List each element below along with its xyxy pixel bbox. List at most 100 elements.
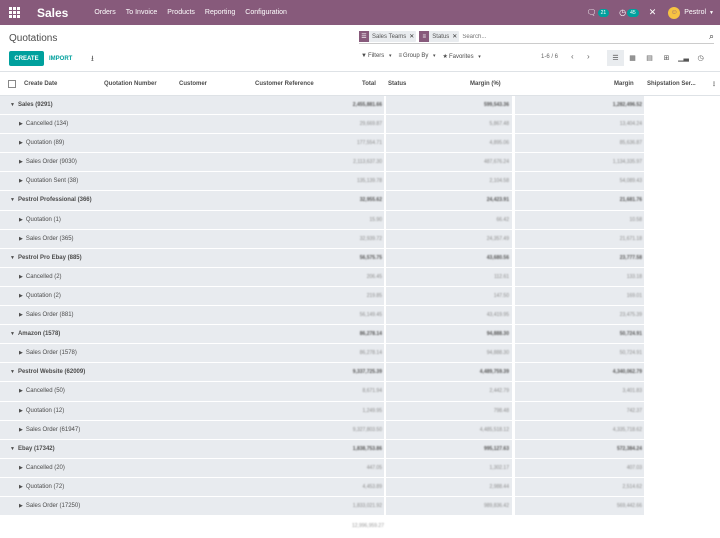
subgroup-row[interactable]: ▶ Quotation (2) 219.85 147.50 169.01 bbox=[0, 286, 720, 307]
column-separator bbox=[384, 382, 386, 401]
select-all-checkbox[interactable] bbox=[8, 80, 16, 88]
activity-view-icon[interactable]: ◷ bbox=[692, 50, 709, 66]
favorites-dropdown[interactable]: ★Favorites ▾ bbox=[443, 53, 481, 60]
group-label-text: Sales (9291) bbox=[17, 102, 53, 108]
menu-reporting[interactable]: Reporting bbox=[205, 9, 235, 16]
group-label: ▶ Quotation (12) bbox=[19, 408, 64, 414]
col-shipstation[interactable]: Shipstation Ser... bbox=[647, 81, 696, 87]
group-margin-value: 1,134,335.97 bbox=[612, 159, 642, 166]
group-label: ▶ Cancelled (20) bbox=[19, 465, 65, 471]
subgroup-row[interactable]: ▶ Sales Order (17250) 1,833,021.92 989,836.… bbox=[0, 496, 720, 517]
groupby-label: Group By bbox=[403, 53, 429, 59]
col-status[interactable]: Status bbox=[388, 81, 406, 87]
subgroup-row[interactable]: ▶ Sales Order (881) 56,149.45 43,419.95 23,4… bbox=[0, 306, 720, 326]
group-row[interactable]: ▼ Sales (9291) 2,455,881.66 599,543.36 1,282… bbox=[0, 96, 720, 116]
group-margin-value: 407.03 bbox=[626, 464, 642, 471]
group-row[interactable]: ▼ Pestrol Pro Ebay (885) 56,575.75 43,680.5… bbox=[0, 248, 720, 268]
group-label-text: Sales Order (365) bbox=[25, 235, 74, 242]
search-icon[interactable]: ⌕ bbox=[709, 31, 714, 42]
messages-button[interactable]: 🗨 21 bbox=[586, 8, 610, 17]
group-row[interactable]: ▼ Ebay (17342) 1,838,753.86 995,127.63 572,3… bbox=[0, 439, 720, 459]
group-total-value: 135,139.78 bbox=[356, 178, 382, 185]
col-customer[interactable]: Customer bbox=[179, 81, 207, 87]
group-total-value: 9,337,725.39 bbox=[352, 369, 382, 376]
remove-facet-icon[interactable]: ✕ bbox=[452, 33, 459, 40]
remove-facet-icon[interactable]: ✕ bbox=[409, 33, 416, 40]
search-input[interactable] bbox=[462, 33, 563, 40]
group-total-value: 32,955.62 bbox=[359, 197, 382, 204]
col-total[interactable]: Total bbox=[362, 81, 376, 87]
user-menu[interactable]: ☺ Pestrol ▼ bbox=[668, 6, 714, 19]
optional-columns-icon[interactable]: ⋮ bbox=[711, 81, 717, 88]
column-separator bbox=[512, 229, 515, 248]
menu-to-invoice[interactable]: To Invoice bbox=[126, 9, 158, 16]
menu-orders[interactable]: Orders bbox=[94, 9, 115, 16]
import-button[interactable]: IMPORT bbox=[49, 51, 72, 66]
subgroup-row[interactable]: ▶ Cancelled (134) 29,669.87 5,867.48 13,404.… bbox=[0, 115, 720, 135]
menu-products[interactable]: Products bbox=[167, 9, 195, 16]
subgroup-row[interactable]: ▶ Cancelled (20) 447.05 1,302.17 407.03 bbox=[0, 458, 720, 478]
subgroup-row[interactable]: ▶ Cancelled (50) 8,671.94 2,442.79 3,401.83 bbox=[0, 382, 720, 402]
group-label-text: Ebay (17342) bbox=[17, 445, 55, 452]
caret-down-icon: ▼ bbox=[10, 197, 15, 204]
calendar-view-icon[interactable]: ▤ bbox=[641, 50, 658, 66]
kanban-view-icon[interactable]: ▦ bbox=[624, 50, 641, 66]
apps-menu-icon[interactable] bbox=[0, 0, 28, 25]
graph-view-icon[interactable]: ▁▃ bbox=[675, 50, 692, 66]
list-view-icon[interactable]: ☰ bbox=[607, 50, 624, 66]
group-total-value: 219.85 bbox=[366, 292, 382, 299]
facet-status[interactable]: ≡ Status ✕ bbox=[419, 31, 460, 42]
groupby-icon: ≡ bbox=[398, 53, 402, 59]
caret-right-icon: ▶ bbox=[19, 388, 23, 395]
subgroup-row[interactable]: ▶ Sales Order (61947) 9,327,803.50 4,485,51… bbox=[0, 420, 720, 440]
subgroup-row[interactable]: ▶ Quotation (12) 1,249.95 798.48 742.37 bbox=[0, 401, 720, 421]
col-margin[interactable]: Margin bbox=[614, 81, 634, 87]
group-total-value: 29,669.87 bbox=[359, 121, 382, 128]
group-margin-value: 50,724.91 bbox=[619, 350, 642, 357]
col-quotation-number[interactable]: Quotation Number bbox=[104, 81, 157, 87]
subgroup-row[interactable]: ▶ Sales Order (365) 32,939.72 24,357.49 21,6… bbox=[0, 229, 720, 249]
group-total-value: 1,249.95 bbox=[362, 407, 382, 414]
app-brand[interactable]: Sales bbox=[37, 6, 68, 20]
download-icon[interactable]: ⭳ bbox=[91, 53, 94, 67]
group-row[interactable]: ▼ Amazon (1578) 86,278.14 94,888.30 50,724.9… bbox=[0, 325, 720, 345]
col-customer-reference[interactable]: Customer Reference bbox=[255, 81, 314, 87]
column-separator bbox=[644, 458, 720, 477]
caret-down-icon: ▼ bbox=[10, 254, 15, 261]
column-separator bbox=[384, 96, 386, 115]
group-label-text: Sales Order (1578) bbox=[25, 350, 77, 357]
subgroup-row[interactable]: ▶ Sales Order (1578) 86,278.14 94,888.30 50,… bbox=[0, 344, 720, 364]
filters-dropdown[interactable]: ▼Filters ▾ bbox=[361, 53, 391, 60]
pivot-view-icon[interactable]: ⊞ bbox=[658, 50, 675, 66]
group-label-text: Sales Order (9030) bbox=[25, 159, 77, 166]
group-total-value: 8,671.94 bbox=[362, 388, 382, 395]
column-separator bbox=[512, 96, 515, 115]
col-create-date[interactable]: Create Date bbox=[24, 81, 57, 87]
group-row[interactable]: ▼ Pestrol Professional (366) 32,955.62 24,4… bbox=[0, 191, 720, 211]
activities-button[interactable]: ◷ 45 bbox=[619, 8, 639, 17]
subgroup-row[interactable]: ▶ Quotation (89) 177,554.71 4,895.06 85,636.… bbox=[0, 134, 720, 154]
group-row[interactable]: ▼ Pestrol Website (62009) 9,337,725.39 4,48… bbox=[0, 363, 720, 383]
column-separator bbox=[644, 115, 720, 134]
subgroup-row[interactable]: ▶ Quotation (1) 15.90 66.42 10.58 bbox=[0, 210, 720, 230]
column-separator bbox=[512, 344, 515, 363]
subgroup-row[interactable]: ▶ Quotation (72) 4,453.89 2,988.44 2,514.62 bbox=[0, 477, 720, 497]
create-button[interactable]: CREATE bbox=[9, 51, 44, 66]
facet-label: Sales Teams bbox=[372, 33, 407, 40]
close-icon[interactable]: ✕ bbox=[649, 7, 657, 18]
chevron-left-icon[interactable]: ‹ bbox=[571, 52, 574, 61]
subgroup-row[interactable]: ▶ Quotation Sent (38) 135,139.78 2,104.58 54… bbox=[0, 172, 720, 192]
col-margin-pct[interactable]: Margin (%) bbox=[470, 81, 501, 87]
pager-value[interactable]: 1-6 / 6 bbox=[541, 54, 558, 60]
group-total-value: 32,939.72 bbox=[359, 235, 382, 242]
group-label-text: Cancelled (20) bbox=[25, 464, 65, 471]
chevron-right-icon[interactable]: › bbox=[587, 52, 590, 61]
group-total-value: 86,278.14 bbox=[359, 331, 382, 338]
groupby-dropdown[interactable]: ≡Group By ▾ bbox=[398, 53, 435, 60]
subgroup-row[interactable]: ▶ Sales Order (9030) 2,113,637.30 487,676.2… bbox=[0, 153, 720, 173]
facet-sales-teams[interactable]: ☰ Sales Teams ✕ bbox=[359, 31, 417, 42]
caret-right-icon: ▶ bbox=[19, 502, 23, 509]
menu-configuration[interactable]: Configuration bbox=[245, 9, 287, 16]
subgroup-row[interactable]: ▶ Cancelled (2) 206.45 112.61 133.18 bbox=[0, 267, 720, 287]
caret-down-icon: ▾ bbox=[478, 54, 481, 60]
